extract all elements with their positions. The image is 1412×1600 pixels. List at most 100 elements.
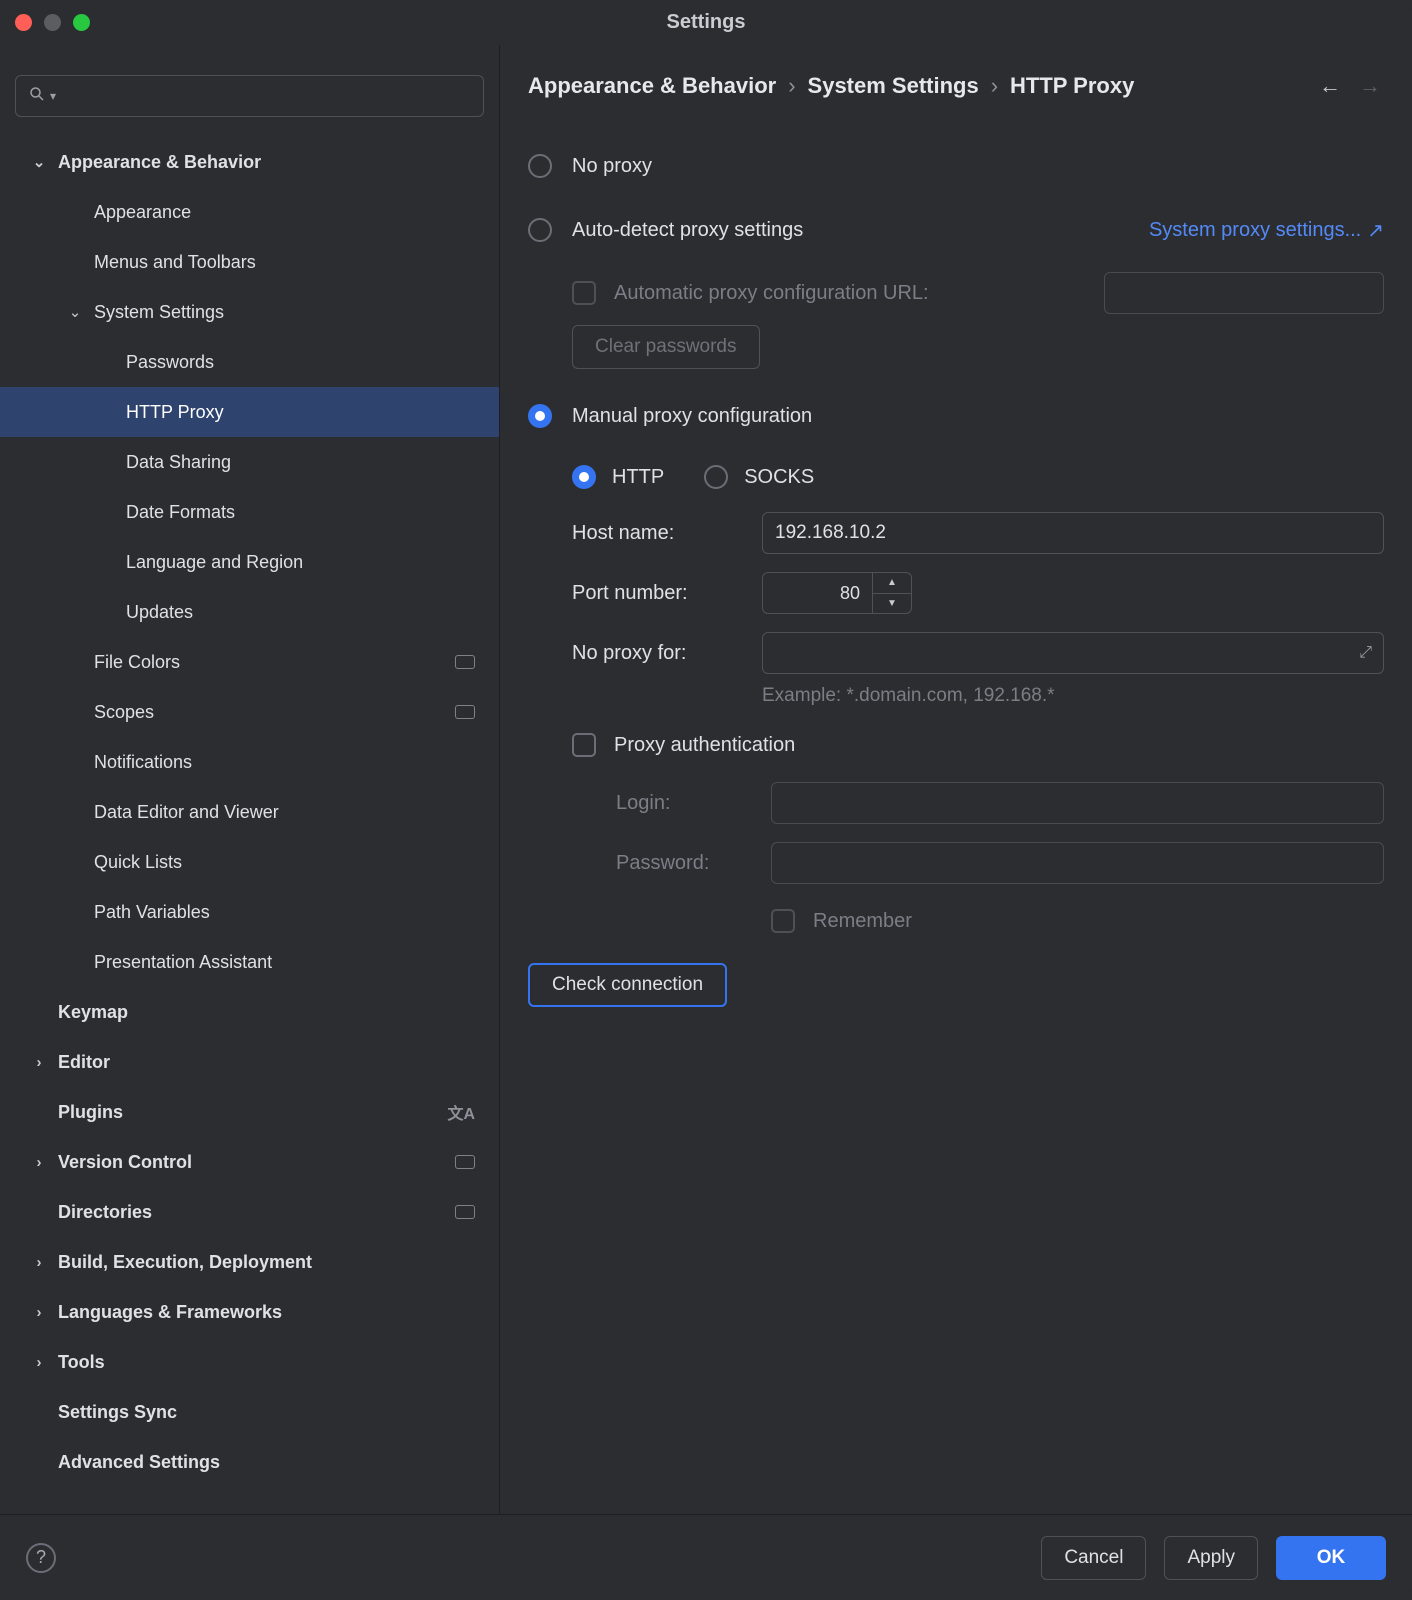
sidebar-item-plugins[interactable]: Plugins文A	[0, 1087, 499, 1137]
window-minimize-dot[interactable]	[44, 14, 61, 31]
sidebar-item-label: Settings Sync	[58, 1402, 177, 1423]
auto-detect-label[interactable]: Auto-detect proxy settings	[572, 219, 803, 242]
auto-url-label: Automatic proxy configuration URL:	[614, 282, 929, 305]
sidebar-item-label: Data Sharing	[126, 452, 231, 473]
sidebar-item-label: File Colors	[94, 652, 180, 673]
sidebar-item-settings-sync[interactable]: Settings Sync	[0, 1387, 499, 1437]
nav-back-button[interactable]: ←	[1316, 73, 1344, 99]
no-proxy-radio[interactable]	[528, 154, 552, 178]
socks-radio-label[interactable]: SOCKS	[744, 466, 814, 489]
sidebar-item-path-variables[interactable]: Path Variables	[0, 887, 499, 937]
sidebar-item-presentation-assistant[interactable]: Presentation Assistant	[0, 937, 499, 987]
sidebar-item-quick-lists[interactable]: Quick Lists	[0, 837, 499, 887]
remember-checkbox	[771, 909, 795, 933]
sidebar-item-tools[interactable]: ›Tools	[0, 1337, 499, 1387]
sidebar-item-build-execution-deployment[interactable]: › Build, Execution, Deployment	[0, 1237, 499, 1287]
sidebar-item-label: Appearance	[94, 202, 191, 223]
http-radio[interactable]	[572, 465, 596, 489]
auto-url-checkbox	[572, 281, 596, 305]
chevron-down-icon: ⌄	[66, 303, 84, 321]
login-label: Login:	[616, 792, 751, 815]
chevron-right-icon: ›	[991, 73, 998, 99]
window-zoom-dot[interactable]	[73, 14, 90, 31]
apply-button[interactable]: Apply	[1164, 1536, 1258, 1580]
chevron-right-icon: ›	[30, 1304, 48, 1321]
window-close-dot[interactable]	[15, 14, 32, 31]
sidebar-item-data-sharing[interactable]: Data Sharing	[0, 437, 499, 487]
sidebar-item-file-colors[interactable]: File Colors	[0, 637, 499, 687]
check-connection-button[interactable]: Check connection	[528, 963, 727, 1007]
sidebar-item-editor[interactable]: › Editor	[0, 1037, 499, 1087]
host-name-label: Host name:	[572, 522, 742, 545]
sidebar-item-label: Notifications	[94, 752, 192, 773]
sidebar-item-passwords[interactable]: Passwords	[0, 337, 499, 387]
window-title: Settings	[0, 11, 1412, 34]
sidebar-item-label: Menus and Toolbars	[94, 252, 256, 273]
sidebar-item-advanced-settings[interactable]: Advanced Settings	[0, 1437, 499, 1487]
proxy-auth-label[interactable]: Proxy authentication	[614, 734, 795, 757]
manual-proxy-radio[interactable]	[528, 404, 552, 428]
no-proxy-for-input[interactable]	[762, 632, 1384, 674]
chevron-down-icon: ▾	[50, 89, 56, 103]
ok-button[interactable]: OK	[1276, 1536, 1386, 1580]
sidebar-item-notifications[interactable]: Notifications	[0, 737, 499, 787]
auto-detect-radio[interactable]	[528, 218, 552, 242]
sidebar-item-label: Appearance & Behavior	[58, 152, 261, 173]
sidebar-item-label: Language and Region	[126, 552, 303, 573]
sidebar-item-menus-and-toolbars[interactable]: Menus and Toolbars	[0, 237, 499, 287]
no-proxy-label[interactable]: No proxy	[572, 155, 652, 178]
sidebar-item-appearance[interactable]: Appearance	[0, 187, 499, 237]
sidebar-item-label: Build, Execution, Deployment	[58, 1252, 312, 1273]
sidebar-item-updates[interactable]: Updates	[0, 587, 499, 637]
project-tag-icon	[455, 1155, 475, 1169]
proxy-auth-checkbox[interactable]	[572, 733, 596, 757]
sidebar-item-data-editor-and-viewer[interactable]: Data Editor and Viewer	[0, 787, 499, 837]
cancel-button[interactable]: Cancel	[1041, 1536, 1146, 1580]
no-proxy-for-label: No proxy for:	[572, 642, 742, 665]
sidebar-item-label: Plugins	[58, 1102, 123, 1123]
breadcrumb: HTTP Proxy	[1010, 73, 1134, 99]
help-button[interactable]: ?	[26, 1543, 56, 1573]
breadcrumb[interactable]: System Settings	[808, 73, 979, 99]
socks-radio[interactable]	[704, 465, 728, 489]
sidebar-item-label: Date Formats	[126, 502, 235, 523]
password-label: Password:	[616, 852, 751, 875]
sidebar-item-label: Keymap	[58, 1002, 128, 1023]
auto-url-input	[1104, 272, 1384, 314]
port-number-input[interactable]: 80	[762, 572, 872, 614]
settings-tree[interactable]: ⌄ Appearance & Behavior Appearance Menus an…	[0, 137, 499, 1514]
sidebar-item-http-proxy[interactable]: HTTP Proxy	[0, 387, 499, 437]
port-step-up[interactable]: ▲	[873, 573, 911, 594]
port-step-down[interactable]: ▼	[873, 594, 911, 614]
chevron-right-icon: ›	[30, 1154, 48, 1171]
sidebar-item-label: Editor	[58, 1052, 110, 1073]
system-proxy-settings-link[interactable]: System proxy settings... ↗	[1149, 218, 1384, 243]
chevron-right-icon: ›	[30, 1054, 48, 1071]
sidebar-item-directories[interactable]: Directories	[0, 1187, 499, 1237]
search-input[interactable]: ▾	[15, 75, 484, 117]
project-tag-icon	[455, 1205, 475, 1219]
sidebar-item-label: Data Editor and Viewer	[94, 802, 279, 823]
sidebar-item-keymap[interactable]: Keymap	[0, 987, 499, 1037]
sidebar-item-appearance-behavior[interactable]: ⌄ Appearance & Behavior	[0, 137, 499, 187]
sidebar-item-label: Passwords	[126, 352, 214, 373]
nav-forward-button: →	[1356, 73, 1384, 99]
chevron-right-icon: ›	[788, 73, 795, 99]
http-radio-label[interactable]: HTTP	[612, 466, 664, 489]
sidebar-item-language-and-region[interactable]: Language and Region	[0, 537, 499, 587]
sidebar-item-languages-frameworks[interactable]: › Languages & Frameworks	[0, 1287, 499, 1337]
sidebar-item-version-control[interactable]: ›Version Control	[0, 1137, 499, 1187]
no-proxy-for-hint: Example: *.domain.com, 192.168.*	[572, 685, 1384, 707]
expand-icon[interactable]: ⤢	[1359, 644, 1372, 662]
manual-proxy-label[interactable]: Manual proxy configuration	[572, 405, 812, 428]
sidebar-item-system-settings[interactable]: ⌄ System Settings	[0, 287, 499, 337]
sidebar-item-label: System Settings	[94, 302, 224, 323]
breadcrumb[interactable]: Appearance & Behavior	[528, 73, 776, 99]
sidebar-item-scopes[interactable]: Scopes	[0, 687, 499, 737]
host-name-input[interactable]	[762, 512, 1384, 554]
sidebar-item-label: Languages & Frameworks	[58, 1302, 282, 1323]
chevron-right-icon: ›	[30, 1254, 48, 1271]
password-input	[771, 842, 1384, 884]
sidebar-item-date-formats[interactable]: Date Formats	[0, 487, 499, 537]
chevron-down-icon: ⌄	[30, 153, 48, 171]
